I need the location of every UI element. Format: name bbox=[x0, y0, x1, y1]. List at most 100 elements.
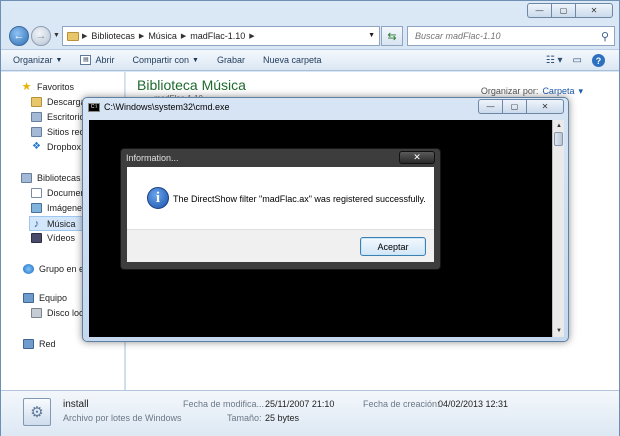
organize-label: Organizar bbox=[13, 55, 53, 65]
breadcrumb-madflac[interactable]: madFlac-1.10 bbox=[190, 31, 245, 41]
arrange-by: Organizar por: Carpeta ▾ bbox=[481, 86, 583, 97]
arrange-label: Organizar por: bbox=[480, 86, 539, 96]
close-button[interactable]: ✕ bbox=[575, 3, 613, 18]
window-icon: ▤ bbox=[80, 55, 92, 65]
cmd-caption-buttons: — ▢ ✕ bbox=[478, 99, 564, 114]
nav-label: Bibliotecas bbox=[37, 173, 81, 183]
nav-label: Vídeos bbox=[47, 233, 76, 243]
forward-button[interactable]: → bbox=[31, 26, 51, 46]
chevron-down-icon: ▼ bbox=[55, 56, 63, 64]
file-type: Archivo por lotes de Windows bbox=[63, 413, 182, 423]
search-input[interactable] bbox=[413, 30, 583, 42]
caption-buttons: — ▢ ✕ bbox=[527, 3, 613, 18]
refresh-button[interactable]: ⇆ bbox=[381, 26, 403, 46]
chevron-right-icon[interactable]: ▶ bbox=[181, 32, 186, 40]
recent-places-icon bbox=[31, 127, 42, 137]
scroll-down-icon[interactable]: ▼ bbox=[554, 326, 564, 336]
dialog-message: The DirectShow filter "madFlac.ax" was r… bbox=[173, 194, 426, 204]
library-title: Biblioteca Música bbox=[137, 77, 246, 93]
information-dialog: Information... ✕ i The DirectShow filter… bbox=[120, 148, 441, 270]
homegroup-icon bbox=[23, 264, 34, 274]
modified-label: Fecha de modifica... bbox=[183, 399, 265, 409]
hard-drive-icon bbox=[31, 308, 42, 318]
nav-dropbox[interactable]: ❖ Dropbox bbox=[31, 141, 82, 153]
dialog-close-button[interactable]: ✕ bbox=[399, 151, 435, 164]
nav-label: Favoritos bbox=[37, 82, 75, 92]
close-icon: ✕ bbox=[413, 152, 421, 162]
nav-favorites[interactable]: ★ Favoritos bbox=[21, 81, 75, 93]
created-label: Fecha de creación: bbox=[363, 399, 440, 409]
arrow-left-icon: ← bbox=[13, 30, 25, 42]
view-controls: ☷ ▾ ▭ ? bbox=[536, 54, 605, 67]
console-scrollbar[interactable]: ▲ ▼ bbox=[552, 120, 564, 337]
chevron-right-icon[interactable]: ▶ bbox=[82, 32, 87, 40]
open-button[interactable]: ▤ Abrir bbox=[80, 55, 114, 65]
desktop-icon bbox=[31, 112, 42, 122]
refresh-icon: ⇆ bbox=[387, 30, 397, 43]
organize-button[interactable]: Organizar ▼ bbox=[13, 55, 62, 65]
modified-value: 25/11/2007 21:10 bbox=[265, 399, 335, 409]
new-folder-button[interactable]: Nueva carpeta bbox=[263, 55, 322, 65]
breadcrumb-bibliotecas[interactable]: Bibliotecas bbox=[91, 31, 135, 41]
accept-button[interactable]: Aceptar bbox=[360, 237, 426, 256]
address-dropdown-icon[interactable]: ▼ bbox=[368, 32, 375, 39]
info-icon: i bbox=[147, 187, 169, 209]
videos-icon bbox=[31, 233, 42, 243]
search-box: ⚲ bbox=[407, 26, 615, 46]
minimize-button[interactable]: — bbox=[527, 3, 551, 18]
nav-libraries[interactable]: Bibliotecas bbox=[21, 173, 81, 183]
arrange-value[interactable]: Carpeta bbox=[542, 86, 574, 96]
cmd-window-title: C:\Windows\system32\cmd.exe bbox=[104, 102, 230, 112]
view-options-icon[interactable]: ☷ ▾ bbox=[546, 55, 563, 66]
nav-label: Equipo bbox=[39, 293, 68, 303]
created-value: 04/02/2013 12:31 bbox=[438, 399, 509, 409]
nav-label: Dropbox bbox=[47, 142, 82, 152]
help-icon[interactable]: ? bbox=[592, 54, 605, 67]
back-button[interactable]: ← bbox=[9, 26, 29, 46]
network-icon bbox=[23, 339, 34, 349]
open-label: Abrir bbox=[95, 55, 115, 65]
scroll-thumb[interactable] bbox=[554, 132, 563, 146]
console-icon: C:\ bbox=[88, 103, 100, 112]
cmd-minimize-button[interactable]: — bbox=[478, 99, 502, 114]
nav-pictures[interactable]: Imágenes bbox=[31, 203, 87, 213]
chevron-right-icon[interactable]: ▶ bbox=[249, 32, 254, 40]
cmd-maximize-button[interactable]: ▢ bbox=[502, 99, 526, 114]
arrow-right-icon: → bbox=[35, 30, 47, 42]
share-with-label: Compartir con bbox=[132, 55, 189, 65]
burn-button[interactable]: Grabar bbox=[217, 55, 245, 65]
documents-icon bbox=[31, 188, 42, 198]
details-pane: ⚙ install Archivo por lotes de Windows F… bbox=[1, 390, 619, 436]
command-bar: Organizar ▼ ▤ Abrir Compartir con ▼ Grabar … bbox=[1, 49, 619, 71]
chevron-down-icon: ▼ bbox=[192, 56, 199, 64]
nav-videos[interactable]: Vídeos bbox=[31, 233, 75, 243]
cmd-close-button[interactable]: ✕ bbox=[526, 99, 564, 114]
size-value: 25 bytes bbox=[265, 413, 300, 423]
music-note-icon: ♪ bbox=[33, 217, 40, 230]
burn-label: Grabar bbox=[216, 55, 245, 65]
nav-network[interactable]: Red bbox=[23, 339, 56, 349]
new-folder-label: Nueva carpeta bbox=[262, 55, 322, 65]
nav-label: Red bbox=[39, 339, 56, 349]
chevron-down-icon[interactable]: ▾ bbox=[578, 86, 583, 96]
nav-desktop[interactable]: Escritorio bbox=[31, 112, 85, 122]
maximize-button[interactable]: ▢ bbox=[551, 3, 575, 18]
libraries-icon bbox=[21, 173, 32, 183]
scroll-up-icon[interactable]: ▲ bbox=[554, 121, 564, 131]
nav-computer[interactable]: Equipo bbox=[23, 293, 67, 303]
star-icon: ★ bbox=[21, 81, 32, 93]
dropbox-icon: ❖ bbox=[32, 141, 41, 152]
search-icon[interactable]: ⚲ bbox=[601, 30, 609, 43]
share-with-button[interactable]: Compartir con ▼ bbox=[132, 55, 198, 65]
breadcrumb-musica[interactable]: Música bbox=[148, 31, 177, 41]
dialog-title: Information... bbox=[126, 153, 179, 163]
chevron-right-icon[interactable]: ▶ bbox=[139, 32, 144, 40]
preview-pane-icon[interactable]: ▭ bbox=[573, 55, 582, 66]
navigation-row: ← → ▼ ▶ Bibliotecas ▶ Música ▶ madFlac-1… bbox=[7, 25, 615, 47]
address-bar[interactable]: ▶ Bibliotecas ▶ Música ▶ madFlac-1.10 ▶ … bbox=[62, 26, 380, 46]
dialog-footer: Aceptar bbox=[127, 229, 434, 262]
download-folder-icon bbox=[31, 97, 42, 107]
computer-icon bbox=[23, 293, 34, 303]
history-dropdown-icon[interactable]: ▼ bbox=[53, 32, 60, 39]
pictures-icon bbox=[31, 203, 42, 213]
